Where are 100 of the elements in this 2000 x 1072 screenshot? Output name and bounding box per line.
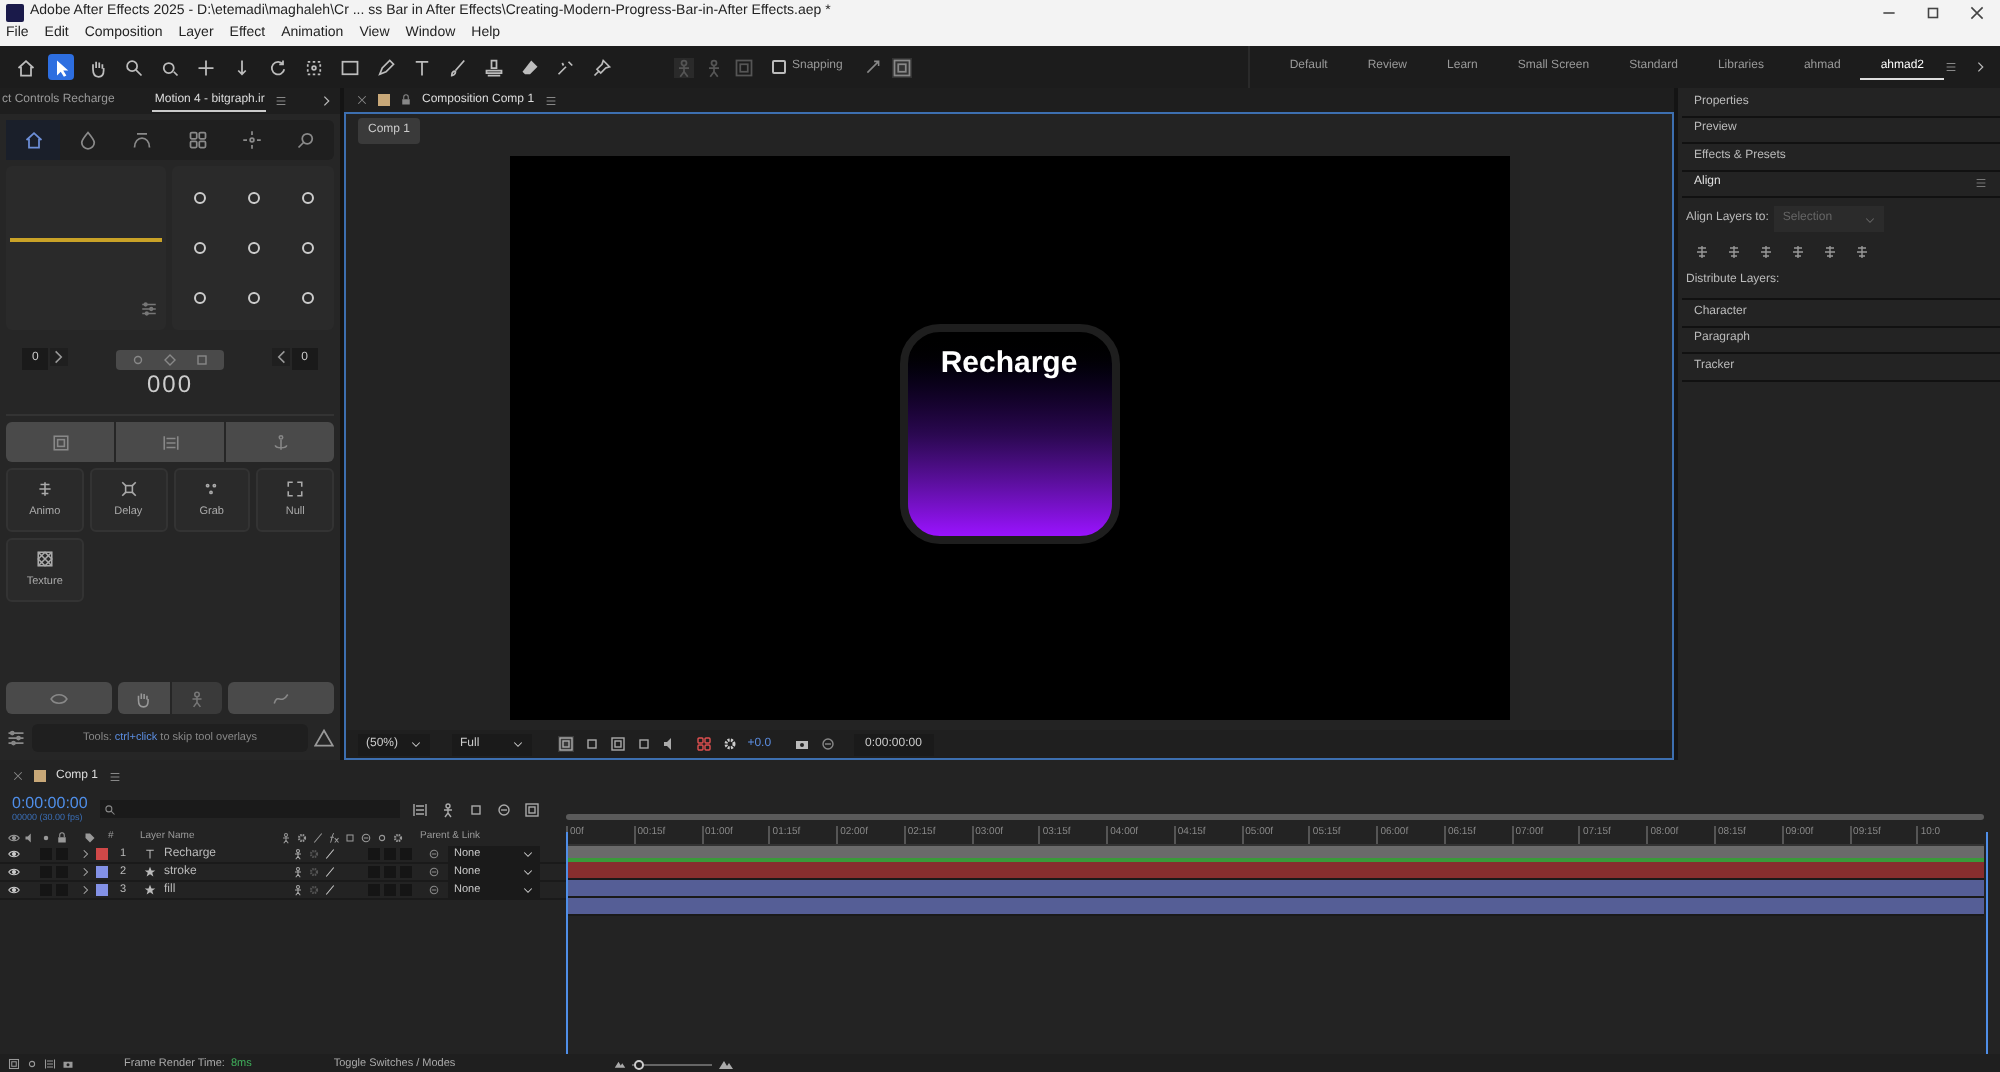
composition-icon: [378, 94, 390, 106]
solo-icon: [40, 832, 52, 844]
left-caret-icon[interactable]: [271, 348, 290, 366]
dots-icon: [202, 479, 221, 498]
snapping-checkbox[interactable]: [772, 60, 786, 74]
visibility-toggle[interactable]: [8, 866, 20, 878]
anchor-radio[interactable]: [247, 291, 259, 304]
timeline-switch-icon[interactable]: [523, 801, 540, 817]
pen-icon: [375, 57, 395, 77]
visibility-toggle[interactable]: [8, 848, 20, 860]
camera-icon[interactable]: [793, 736, 810, 752]
touch-button[interactable]: [117, 682, 170, 714]
hand-icon: [134, 689, 153, 707]
right-caret-icon[interactable]: [50, 348, 69, 366]
align-icon[interactable]: [1758, 244, 1774, 260]
stamp-tool[interactable]: [480, 54, 506, 80]
anchor-radio[interactable]: [301, 241, 313, 254]
timeline-switch-icon[interactable]: [439, 801, 456, 817]
align-icon[interactable]: [1694, 244, 1710, 260]
label-color-swatch[interactable]: [96, 884, 108, 896]
more-icon[interactable]: [320, 94, 334, 108]
menu-icon[interactable]: [108, 769, 123, 783]
anchor-radio[interactable]: [301, 291, 313, 304]
pen-tool[interactable]: [372, 54, 398, 80]
anchor-radio[interactable]: [301, 192, 313, 205]
caret-icon: [410, 738, 423, 750]
switch-icon: [328, 832, 340, 844]
menu-icon[interactable]: [1974, 176, 1988, 191]
caret-icon: [1864, 213, 1877, 225]
bell-button[interactable]: [171, 682, 223, 714]
current-time[interactable]: 0:00:00:00: [12, 794, 88, 812]
snap-edges-icon[interactable]: [864, 58, 883, 76]
timeline-switch-icon[interactable]: [495, 801, 512, 817]
restore-icon[interactable]: [1924, 3, 1942, 21]
search-field[interactable]: [99, 800, 400, 818]
anchor-radio[interactable]: [193, 192, 205, 205]
anchor-radio[interactable]: [247, 192, 259, 205]
switch-icon: [360, 832, 372, 844]
lines-icon: [161, 433, 179, 451]
nested-squares-icon: [51, 433, 69, 451]
label-icon: [84, 832, 96, 844]
eye-icon: [49, 689, 68, 707]
home-icon: [15, 57, 35, 77]
zoom-out-icon[interactable]: [613, 1058, 626, 1070]
layer-duration-bar[interactable]: [566, 898, 1984, 916]
align-icon[interactable]: [1790, 244, 1806, 260]
label-color-swatch[interactable]: [96, 866, 108, 878]
arrow-pointer-icon: [51, 57, 71, 77]
align-icon[interactable]: [1822, 244, 1838, 260]
settings-icon[interactable]: [6, 727, 26, 747]
close-icon[interactable]: [1968, 3, 1986, 21]
align-icon[interactable]: [1726, 244, 1742, 260]
search-icon: [296, 130, 317, 150]
anchor-radio[interactable]: [247, 241, 259, 254]
switch-icon: [344, 832, 356, 844]
close-icon[interactable]: [12, 770, 24, 782]
align-icon[interactable]: [1854, 244, 1870, 260]
visibility-toggle[interactable]: [8, 884, 20, 896]
close-icon[interactable]: [356, 94, 368, 106]
menu-icon[interactable]: [1944, 60, 1958, 74]
menu-icon[interactable]: [544, 93, 559, 107]
home-tool[interactable]: [12, 54, 38, 80]
anchor-radio[interactable]: [193, 241, 205, 254]
home-icon: [23, 130, 44, 150]
status-icon[interactable]: [26, 1058, 38, 1070]
zoom-tool[interactable]: [120, 54, 146, 80]
pin-icon: [591, 57, 611, 77]
more-icon[interactable]: [1974, 60, 1988, 74]
curve-icon: [272, 689, 291, 707]
speaker-icon: [24, 832, 36, 844]
arrow-pointer-tool[interactable]: [48, 54, 74, 80]
menu-icon[interactable]: [274, 94, 289, 108]
timeline-switch-icon[interactable]: [411, 801, 428, 817]
pin-tool[interactable]: [588, 54, 614, 80]
status-icon[interactable]: [8, 1058, 20, 1070]
text-tool-icon: [411, 57, 431, 77]
rotate-icon: [267, 57, 287, 77]
composition-icon: [34, 770, 46, 782]
timeline-switch-icon[interactable]: [467, 801, 484, 817]
exposure-icon[interactable]: [721, 736, 738, 752]
lock-icon[interactable]: [400, 94, 412, 106]
zoom-slider-thumb[interactable]: [634, 1059, 645, 1069]
warning-icon[interactable]: [314, 727, 334, 747]
brush-icon: [447, 57, 467, 77]
arch-icon: [132, 130, 153, 150]
anchor-radio[interactable]: [193, 291, 205, 304]
category-tab[interactable]: [6, 120, 61, 160]
status-icon[interactable]: [44, 1058, 56, 1070]
anchor-icon: [271, 433, 289, 451]
eraser-icon: [519, 57, 539, 77]
crosshair-icon: [241, 130, 262, 150]
stamp-icon: [483, 57, 503, 77]
label-color-swatch[interactable]: [96, 848, 108, 860]
status-icon[interactable]: [62, 1058, 74, 1070]
zoom-icon: [123, 57, 143, 77]
align-icon: [35, 479, 54, 498]
layer-duration-bar[interactable]: [566, 880, 1984, 898]
frame-icon: [119, 479, 138, 498]
channels-icon[interactable]: [695, 736, 712, 752]
circle-icon: [130, 351, 146, 367]
